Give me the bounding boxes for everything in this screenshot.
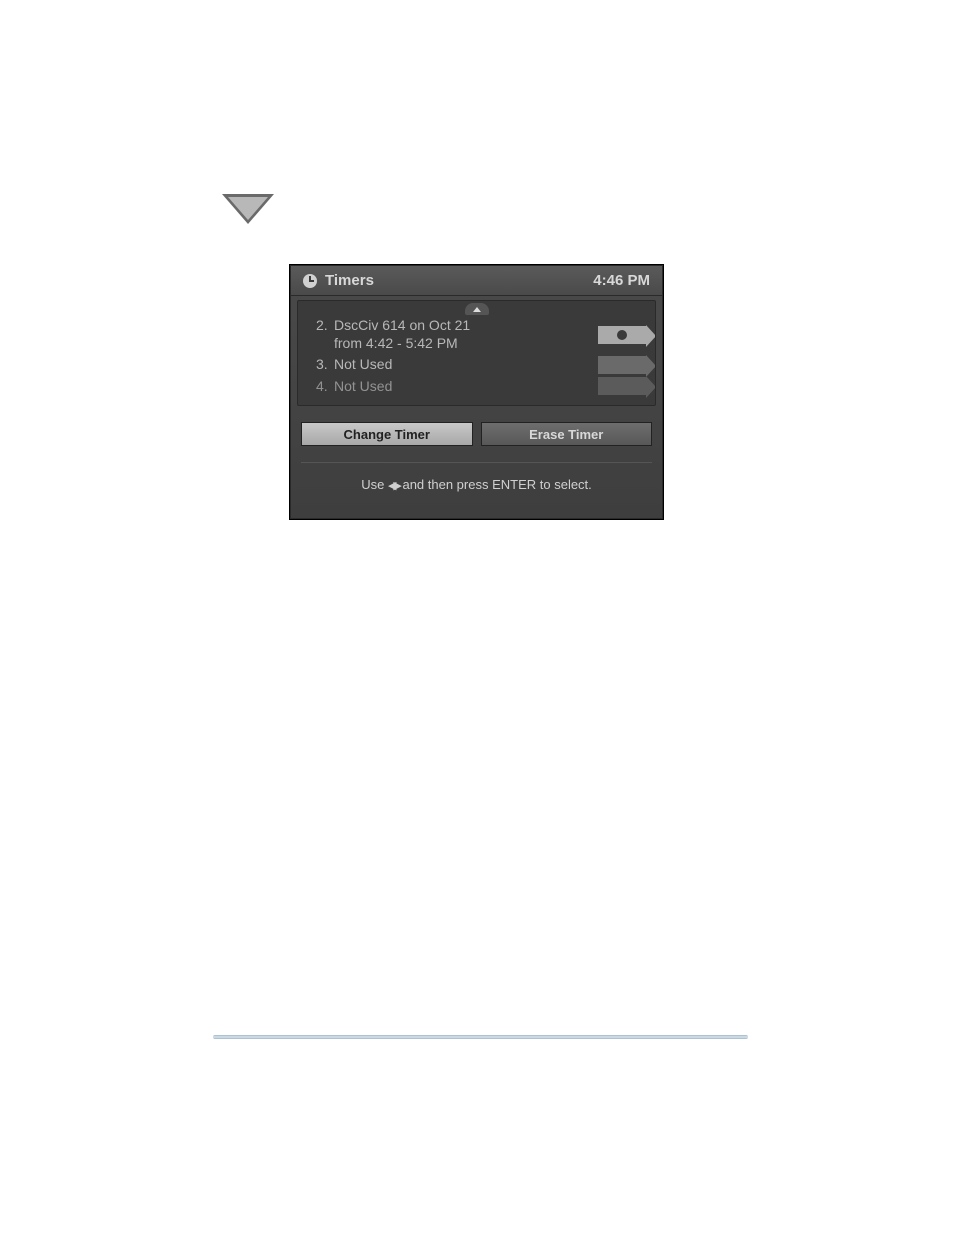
- timer-tag: [597, 355, 647, 375]
- timer-list[interactable]: 2. DscCiv 614 on Oct 21 from 4:42 - 5:42…: [297, 300, 656, 406]
- triangle-down-icon: [222, 194, 274, 224]
- hint-text: Use ◀▶ and then press ENTER to select.: [291, 463, 662, 492]
- hint-suffix: and then press ENTER to select.: [399, 477, 592, 492]
- erase-timer-button[interactable]: Erase Timer: [481, 422, 653, 446]
- dialog-body: Timers 4:46 PM 2. DscCiv 614 on Oct 21 f…: [291, 266, 662, 518]
- clock-icon: [303, 274, 317, 288]
- timer-tag: [597, 376, 647, 396]
- dialog-title: Timers: [325, 272, 374, 289]
- clock-time: 4:46 PM: [593, 272, 650, 289]
- timer-tag-active: [597, 325, 647, 345]
- change-timer-button[interactable]: Change Timer: [301, 422, 473, 446]
- left-right-arrow-icon: ◀▶: [388, 479, 399, 492]
- hint-prefix: Use: [361, 477, 388, 492]
- scroll-up-icon[interactable]: [465, 303, 489, 315]
- timers-dialog: Timers 4:46 PM 2. DscCiv 614 on Oct 21 f…: [289, 264, 664, 520]
- page-divider: [213, 1035, 748, 1039]
- timer-number: 4.: [316, 378, 334, 394]
- button-row: Change Timer Erase Timer: [291, 406, 662, 450]
- timer-row[interactable]: 3. Not Used: [298, 354, 655, 376]
- timer-row[interactable]: 2. DscCiv 614 on Oct 21 from 4:42 - 5:42…: [298, 315, 655, 354]
- dialog-titlebar: Timers 4:46 PM: [291, 266, 662, 296]
- timer-row[interactable]: 4. Not Used: [298, 376, 655, 398]
- timer-number: 2.: [316, 317, 334, 333]
- clock-icon: [617, 330, 627, 340]
- timer-number: 3.: [316, 356, 334, 372]
